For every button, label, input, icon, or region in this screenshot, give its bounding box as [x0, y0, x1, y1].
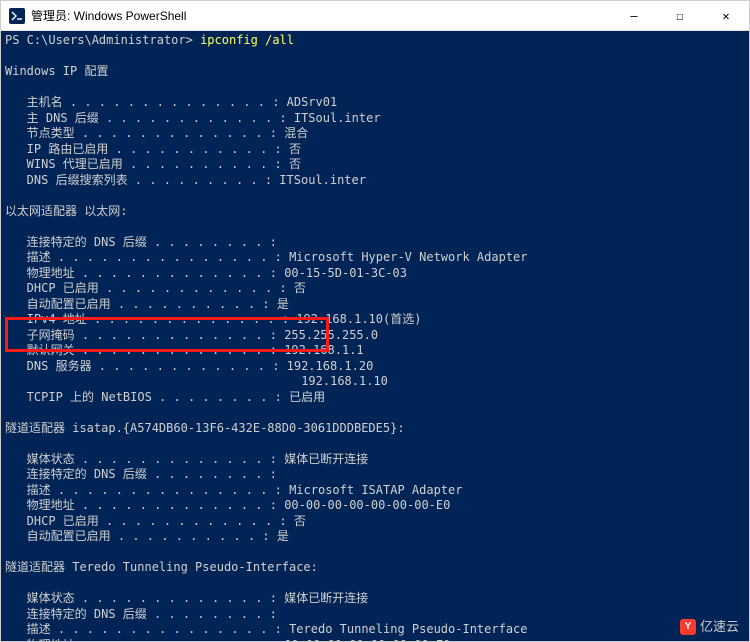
window-controls: — ☐ ✕ [611, 1, 749, 30]
watermark-icon: Y [680, 619, 696, 635]
maximize-button[interactable]: ☐ [657, 1, 703, 30]
watermark: Y 亿速云 [680, 619, 739, 635]
dns-highlight-box [5, 317, 329, 352]
watermark-text: 亿速云 [700, 619, 739, 635]
close-button[interactable]: ✕ [703, 1, 749, 30]
powershell-window: 管理员: Windows PowerShell — ☐ ✕ PS C:\User… [0, 0, 750, 642]
titlebar[interactable]: 管理员: Windows PowerShell — ☐ ✕ [1, 1, 749, 31]
terminal-output[interactable]: PS C:\Users\Administrator> ipconfig /all… [1, 31, 749, 641]
powershell-icon [9, 8, 25, 24]
minimize-button[interactable]: — [611, 1, 657, 30]
window-title: 管理员: Windows PowerShell [31, 7, 611, 24]
